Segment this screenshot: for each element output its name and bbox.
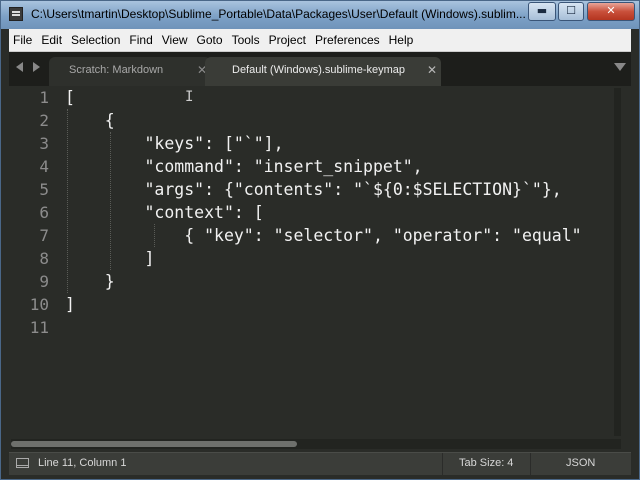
title-bar[interactable]: C:\Users\tmartin\Desktop\Sublime_Portabl… — [1, 1, 639, 29]
app-window: C:\Users\tmartin\Desktop\Sublime_Portabl… — [0, 0, 640, 480]
line-number: 2 — [39, 111, 49, 130]
tab-bar: Scratch: Markdown ✕ Default (Windows).su… — [9, 52, 631, 86]
menu-file[interactable]: File — [9, 30, 37, 52]
tab-size-label: Tab Size: 4 — [459, 457, 514, 469]
code-line: { — [65, 111, 115, 130]
menu-edit[interactable]: Edit — [37, 30, 67, 52]
code-line: ] — [65, 249, 155, 268]
menu-selection[interactable]: Selection — [67, 30, 125, 52]
tab-default-keymap[interactable]: Default (Windows).sublime-keymap ✕ — [205, 57, 441, 86]
text-cursor-icon: I — [185, 89, 194, 105]
menu-find[interactable]: Find — [125, 30, 157, 52]
window-title: C:\Users\tmartin\Desktop\Sublime_Portabl… — [31, 7, 526, 21]
line-number: 11 — [29, 318, 49, 337]
chevron-down-icon[interactable] — [614, 63, 626, 71]
menu-project[interactable]: Project — [265, 30, 311, 52]
minimize-button[interactable]: ▬ — [528, 2, 556, 21]
line-number: 8 — [39, 249, 49, 268]
line-number: 9 — [39, 272, 49, 291]
menu-preferences[interactable]: Preferences — [311, 30, 385, 52]
menu-bar: File Edit Selection Find View Goto Tools Projec… — [9, 29, 631, 52]
horizontal-scrollbar-thumb[interactable] — [11, 441, 297, 447]
line-number: 5 — [39, 180, 49, 199]
code-line: "command": "insert_snippet", — [65, 157, 423, 176]
arrow-right-icon[interactable] — [33, 62, 40, 72]
line-number: 6 — [39, 203, 49, 222]
cursor-position: Line 11, Column 1 — [38, 457, 127, 469]
sublime-app-icon — [9, 7, 23, 21]
close-button[interactable]: ✕ — [587, 2, 635, 21]
code-line: "keys": ["`"], — [65, 134, 284, 153]
code-line: "args": {"contents": "`${0:$SELECTION}`"… — [65, 180, 562, 199]
line-number: 3 — [39, 134, 49, 153]
code-line: [ — [65, 88, 75, 107]
menu-tools[interactable]: Tools — [228, 30, 265, 52]
line-number: 10 — [29, 295, 49, 314]
code-line: "context": [ — [65, 203, 264, 222]
close-icon[interactable]: ✕ — [427, 63, 437, 77]
maximize-button[interactable]: ☐ — [558, 2, 584, 21]
line-number: 1 — [39, 88, 49, 107]
panel-toggle-icon[interactable] — [16, 458, 29, 468]
tab-label: Default (Windows).sublime-keymap — [232, 64, 405, 76]
arrow-left-icon[interactable] — [16, 62, 23, 72]
tab-size-selector[interactable]: Tab Size: 4 — [442, 453, 531, 475]
line-number: 4 — [39, 157, 49, 176]
code-line: ] — [65, 295, 75, 314]
tab-label: Scratch: Markdown — [69, 64, 164, 76]
status-bar: Line 11, Column 1 Tab Size: 4 JSON — [9, 452, 631, 475]
vertical-scrollbar[interactable] — [614, 88, 621, 436]
syntax-selector[interactable]: JSON — [566, 457, 595, 469]
code-editor[interactable]: 1 2 3 4 5 6 7 8 9 10 11 [ { "keys": ["`"… — [9, 86, 631, 438]
menu-goto[interactable]: Goto — [193, 30, 228, 52]
menu-view[interactable]: View — [158, 30, 193, 52]
tab-scratch-markdown[interactable]: Scratch: Markdown ✕ — [49, 57, 211, 86]
line-number: 7 — [39, 226, 49, 245]
code-line: } — [65, 272, 115, 291]
menu-help[interactable]: Help — [385, 30, 419, 52]
code-line: { "key": "selector", "operator": "equal" — [65, 226, 582, 245]
